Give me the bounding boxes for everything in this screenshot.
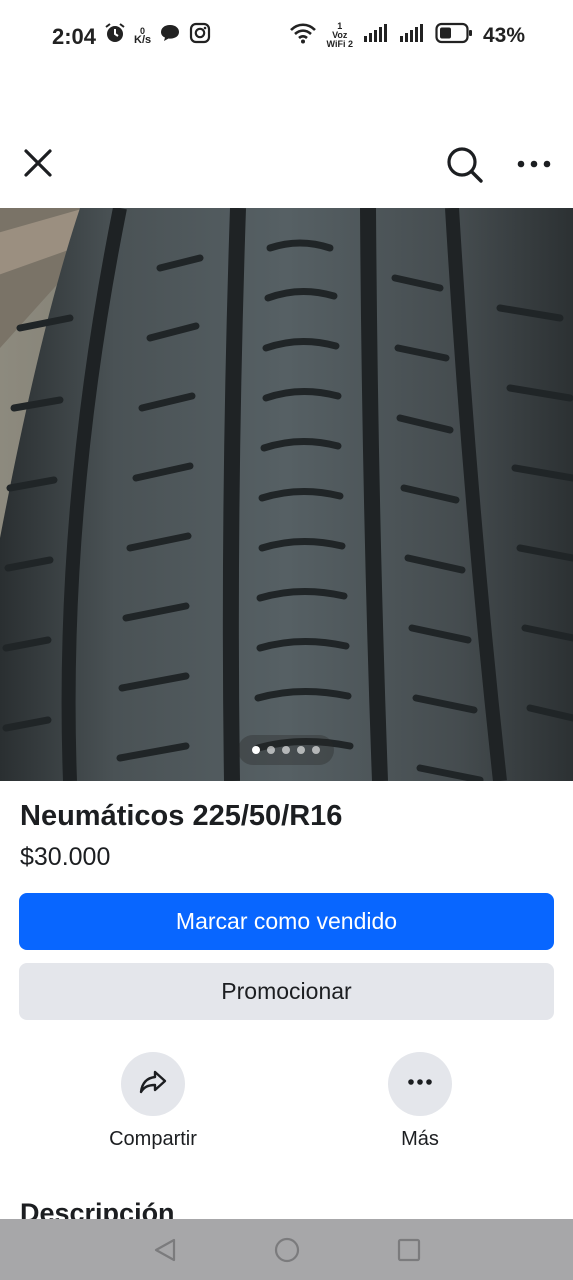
network-speed-icon: 0 K/s	[134, 25, 152, 46]
listing-price: $30.000	[20, 843, 111, 871]
message-icon	[159, 22, 181, 49]
status-bar: 2:04 0 K/s 1 Voz WiFi 2 43%	[0, 0, 573, 72]
listing-photo[interactable]	[0, 208, 573, 781]
pagination-dot-3[interactable]	[282, 746, 290, 754]
more-button[interactable]	[388, 1052, 452, 1116]
instagram-icon	[189, 22, 211, 49]
top-nav	[0, 130, 573, 200]
status-left-icons: 0 K/s	[104, 22, 211, 49]
pagination-dot-5[interactable]	[312, 746, 320, 754]
sim-label-icon: 1 Voz WiFi 2	[326, 21, 353, 49]
battery-icon	[435, 22, 473, 49]
more-horizontal-icon	[404, 1066, 436, 1103]
signal-1-icon	[363, 23, 389, 48]
pagination-dot-1[interactable]	[252, 746, 260, 754]
alarm-icon	[104, 22, 126, 49]
close-icon	[20, 149, 56, 185]
share-icon	[137, 1066, 169, 1103]
wifi-icon	[289, 22, 317, 49]
signal-2-icon	[399, 23, 425, 48]
back-icon[interactable]	[152, 1237, 178, 1268]
search-icon	[444, 147, 484, 188]
pagination-dot-2[interactable]	[267, 746, 275, 754]
system-nav-bar	[0, 1219, 573, 1280]
more-options-button[interactable]	[514, 152, 554, 176]
listing-title: Neumáticos 225/50/R16	[20, 800, 343, 832]
mark-as-sold-button[interactable]: Marcar como vendido	[19, 893, 554, 950]
battery-percent: 43%	[482, 23, 525, 47]
share-button[interactable]	[121, 1052, 185, 1116]
home-icon[interactable]	[274, 1237, 300, 1268]
status-right-icons: 1 Voz WiFi 2 43%	[289, 22, 525, 49]
pagination-dot-4[interactable]	[297, 746, 305, 754]
more-label: Más	[401, 1128, 439, 1150]
image-pagination[interactable]	[238, 735, 334, 765]
more-horizontal-icon	[514, 160, 554, 180]
close-button[interactable]	[20, 145, 56, 181]
recent-apps-icon[interactable]	[397, 1238, 421, 1267]
promote-button[interactable]: Promocionar	[19, 963, 554, 1020]
more-action[interactable]: Más	[350, 1052, 490, 1151]
status-time: 2:04	[52, 24, 97, 49]
share-label: Compartir	[109, 1128, 197, 1150]
search-button[interactable]	[444, 144, 484, 184]
share-action[interactable]: Compartir	[83, 1052, 223, 1151]
tire-image	[0, 208, 573, 781]
